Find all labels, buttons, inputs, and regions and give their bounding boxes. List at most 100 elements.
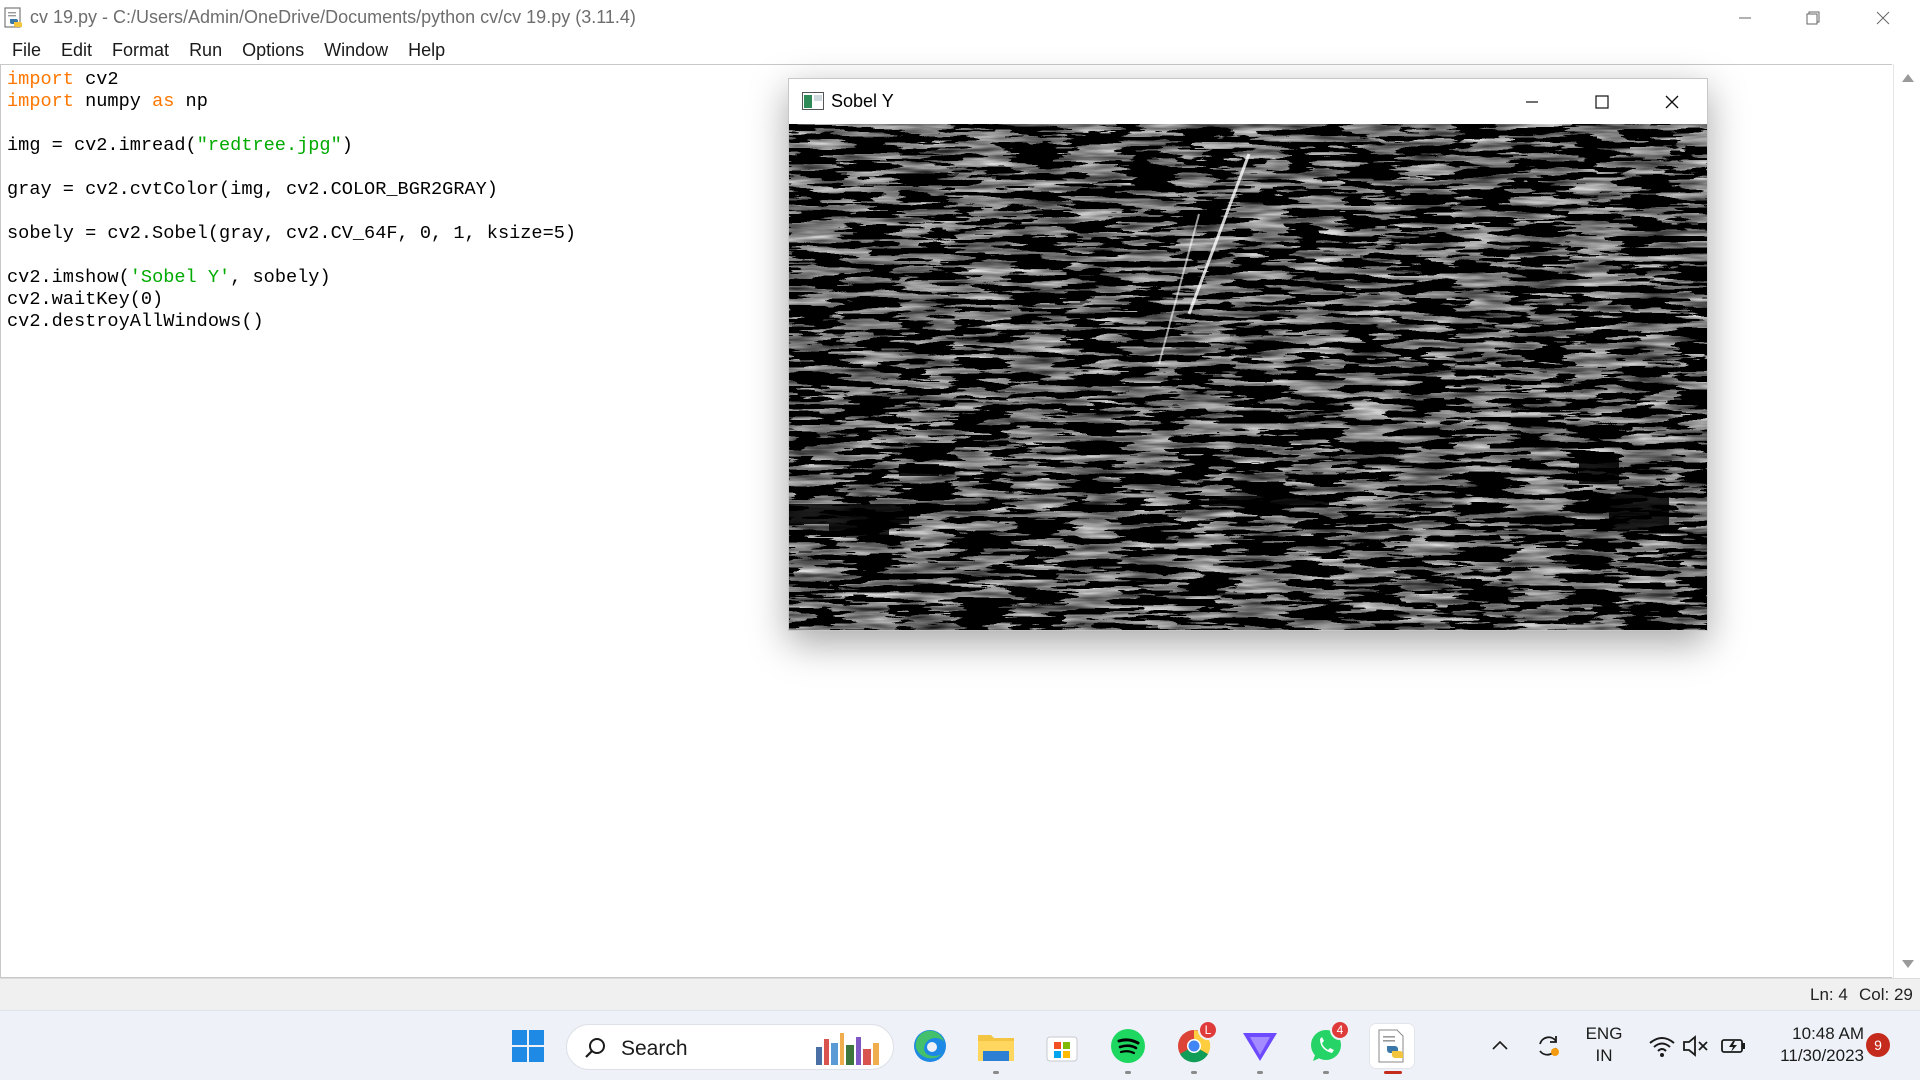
taskbar-vpn[interactable]: [1238, 1024, 1282, 1074]
proton-vpn-icon: [1243, 1033, 1277, 1061]
code-line[interactable]: cv2.waitKey(0): [7, 289, 576, 311]
taskbar-store[interactable]: [1040, 1024, 1084, 1068]
taskbar-spotify[interactable]: [1106, 1024, 1150, 1074]
menu-options[interactable]: Options: [232, 40, 314, 61]
close-button[interactable]: [1848, 0, 1918, 36]
running-indicator: [1191, 1071, 1197, 1074]
spotify-icon: [1111, 1029, 1145, 1063]
vertical-scrollbar[interactable]: [1893, 64, 1920, 978]
clock-date: 11/30/2023: [1780, 1046, 1864, 1065]
notification-count-badge[interactable]: 9: [1866, 1033, 1890, 1057]
taskbar-chrome[interactable]: L: [1172, 1020, 1218, 1074]
taskbar-search[interactable]: Search: [566, 1024, 894, 1070]
sync-icon: [1539, 1036, 1559, 1056]
menu-run[interactable]: Run: [179, 40, 232, 61]
tray-clock[interactable]: 10:48 AM 11/30/2023: [1760, 1023, 1864, 1067]
minimize-icon: [1526, 100, 1538, 103]
menu-window[interactable]: Window: [314, 40, 398, 61]
code-token: cv2.destroyAllWindows(): [7, 311, 264, 332]
sobel-window[interactable]: Sobel Y: [788, 78, 1708, 631]
menu-help[interactable]: Help: [398, 40, 455, 61]
sobel-maximize-button[interactable]: [1567, 79, 1637, 124]
tray-overflow-button[interactable]: [1478, 1024, 1522, 1068]
tray-language[interactable]: ENG IN: [1578, 1023, 1630, 1067]
status-col: Col: 29: [1859, 985, 1913, 1004]
chevron-up-icon: [1492, 1040, 1508, 1050]
tray-battery[interactable]: [1712, 1024, 1756, 1068]
code-string: 'Sobel Y': [129, 267, 231, 288]
code-line[interactable]: [7, 201, 576, 223]
code-token: np: [174, 91, 208, 112]
code-line[interactable]: cv2.destroyAllWindows(): [7, 311, 576, 333]
battery-icon: [1721, 1039, 1745, 1053]
window-titlebar: cv 19.py - C:/Users/Admin/OneDrive/Docum…: [0, 0, 1920, 36]
close-icon: [1876, 11, 1890, 25]
close-icon: [1665, 95, 1679, 108]
code-token: img = cv2.imread(: [7, 135, 197, 156]
taskbar: Search L 4 ENG IN 10:48 AM 11/30/2023: [0, 1010, 1920, 1080]
wifi-icon: [1649, 1037, 1675, 1057]
code-line[interactable]: [7, 245, 576, 267]
region-label: IN: [1595, 1046, 1613, 1065]
running-indicator: [1257, 1071, 1263, 1074]
edge-icon: [914, 1030, 946, 1062]
file-explorer-icon: [978, 1035, 1014, 1061]
opencv-window-icon: [802, 92, 824, 110]
code-line[interactable]: img = cv2.imread("redtree.jpg"): [7, 135, 576, 157]
taskbar-edge[interactable]: [908, 1024, 952, 1068]
minimize-button[interactable]: [1710, 0, 1780, 36]
menu-file[interactable]: File: [2, 40, 51, 61]
sobel-close-button[interactable]: [1637, 79, 1707, 124]
taskbar-whatsapp[interactable]: 4: [1304, 1020, 1350, 1074]
idle-app-icon: [2, 6, 26, 30]
code-token: cv2: [73, 69, 119, 90]
search-label: Search: [621, 1037, 688, 1060]
whatsapp-unread-badge: 4: [1330, 1020, 1350, 1040]
code-line[interactable]: cv2.imshow('Sobel Y', sobely): [7, 267, 576, 289]
search-icon: [585, 1038, 605, 1058]
language-label: ENG: [1585, 1024, 1623, 1043]
menu-format[interactable]: Format: [102, 40, 179, 61]
code-token: cv2.waitKey(0): [7, 289, 164, 310]
windows-start-icon: [512, 1030, 544, 1062]
scroll-down-icon[interactable]: [1902, 960, 1914, 968]
chrome-profile-badge: L: [1198, 1020, 1218, 1040]
sobel-window-title: Sobel Y: [831, 91, 894, 111]
code-line[interactable]: [7, 157, 576, 179]
code-line[interactable]: [7, 113, 576, 135]
taskbar-file-explorer[interactable]: [974, 1024, 1018, 1074]
code-token: numpy: [73, 91, 153, 112]
code-keyword: import: [7, 91, 74, 112]
start-button[interactable]: [506, 1024, 550, 1068]
menu-edit[interactable]: Edit: [51, 40, 102, 61]
code-token: sobely = cv2.Sobel(gray, cv2.CV_64F, 0, …: [7, 223, 577, 244]
clock-time: 10:48 AM: [1792, 1024, 1864, 1043]
code-line[interactable]: import cv2: [7, 69, 576, 91]
menu-bar: File Edit Format Run Options Window Help: [0, 36, 1920, 64]
running-indicator: [1323, 1071, 1329, 1074]
volume-muted-icon: [1683, 1035, 1708, 1057]
minimize-icon: [1739, 17, 1751, 19]
status-line: Ln: 4: [1810, 985, 1848, 1004]
code-string: "redtree.jpg": [196, 135, 342, 156]
running-indicator: [1125, 1071, 1131, 1074]
restore-button[interactable]: [1778, 0, 1848, 36]
code-keyword: import: [7, 69, 74, 90]
tray-sync[interactable]: [1526, 1024, 1570, 1068]
scroll-up-icon[interactable]: [1902, 74, 1914, 82]
code-token: ): [341, 135, 353, 156]
sobel-window-titlebar[interactable]: Sobel Y: [789, 79, 1707, 124]
search-highlight-city-icon: [816, 1033, 879, 1065]
sobel-minimize-button[interactable]: [1497, 79, 1567, 124]
status-bar: Ln: 4 Col: 29: [0, 978, 1920, 1010]
code-line[interactable]: import numpy as np: [7, 91, 576, 113]
code-line[interactable]: gray = cv2.cvtColor(img, cv2.COLOR_BGR2G…: [7, 179, 576, 201]
code-text[interactable]: import cv2 import numpy as np img = cv2.i…: [7, 69, 576, 333]
idle-python-icon: [1378, 1029, 1404, 1063]
taskbar-idle[interactable]: [1370, 1024, 1414, 1074]
running-indicator: [993, 1071, 999, 1074]
code-token: , sobely): [230, 267, 331, 288]
microsoft-store-icon: [1046, 1036, 1078, 1062]
code-line[interactable]: sobely = cv2.Sobel(gray, cv2.CV_64F, 0, …: [7, 223, 576, 245]
code-token: gray = cv2.cvtColor(img, cv2.COLOR_BGR2G…: [7, 179, 498, 200]
